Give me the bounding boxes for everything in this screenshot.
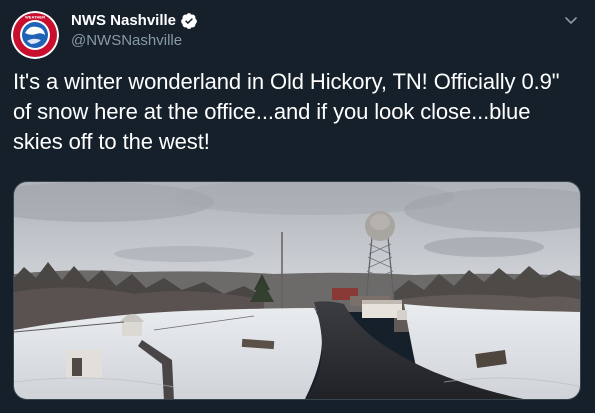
tweet-card[interactable]: WEATHER NWS Nashville @NWSNashville It's… — [0, 0, 595, 413]
user-handle[interactable]: @NWSNashville — [71, 31, 198, 51]
nws-logo-icon: WEATHER — [11, 11, 59, 59]
snowy-landscape-photo — [14, 182, 580, 399]
tweet-photo[interactable] — [13, 181, 581, 400]
tweet-header: NWS Nashville @NWSNashville — [71, 11, 198, 51]
svg-text:WEATHER: WEATHER — [25, 15, 45, 20]
chevron-down-icon[interactable] — [561, 10, 581, 30]
tweet-text: It's a winter wonderland in Old Hickory,… — [13, 69, 560, 154]
display-name[interactable]: NWS Nashville — [71, 11, 176, 31]
avatar[interactable]: WEATHER — [11, 11, 59, 59]
verified-badge-icon — [180, 12, 198, 30]
